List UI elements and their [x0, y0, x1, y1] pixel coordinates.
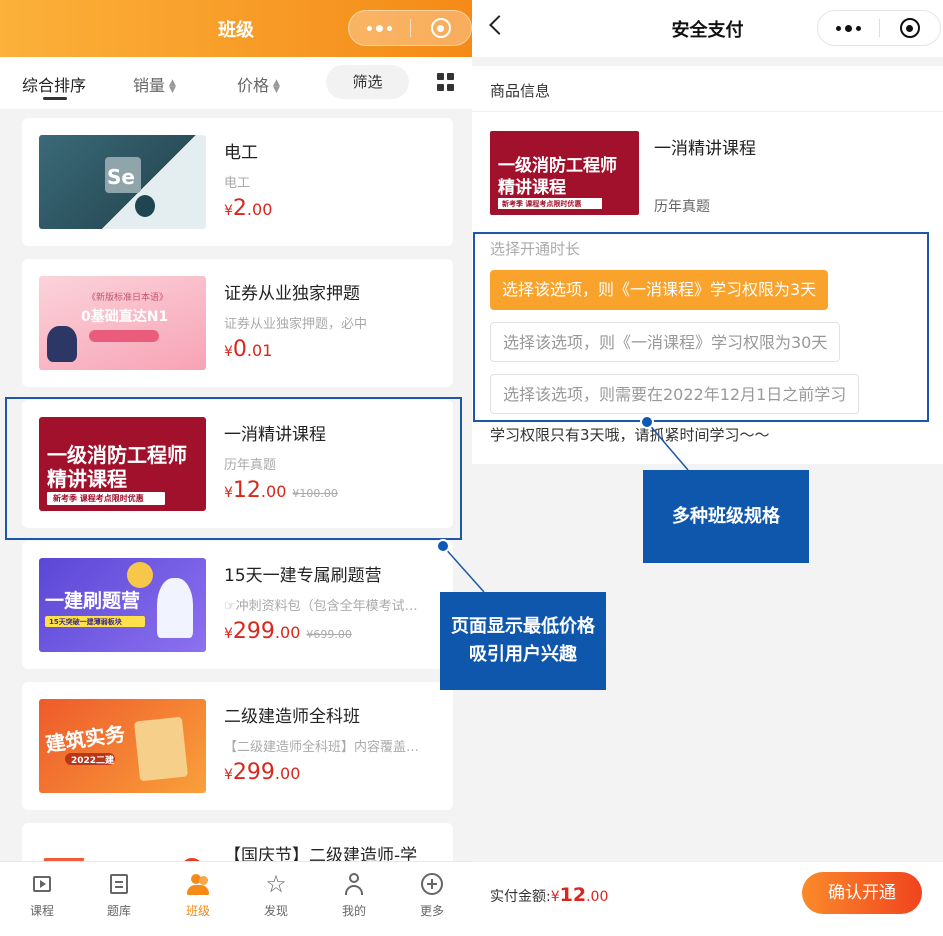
annotation-multi-spec: 多种班级规格	[643, 470, 809, 563]
annotation-lines	[442, 421, 689, 593]
screenshot-stage: 班级 综合排序 销量 ▲ ▼ 价格 ▲ ▼ 筛选 Se 电工 电工 ¥2.00 …	[0, 0, 943, 936]
annotation-lowest-price: 页面显示最低价格 吸引用户兴趣	[440, 592, 606, 690]
annotation-dot	[436, 539, 450, 553]
annotation-dot	[640, 415, 654, 429]
